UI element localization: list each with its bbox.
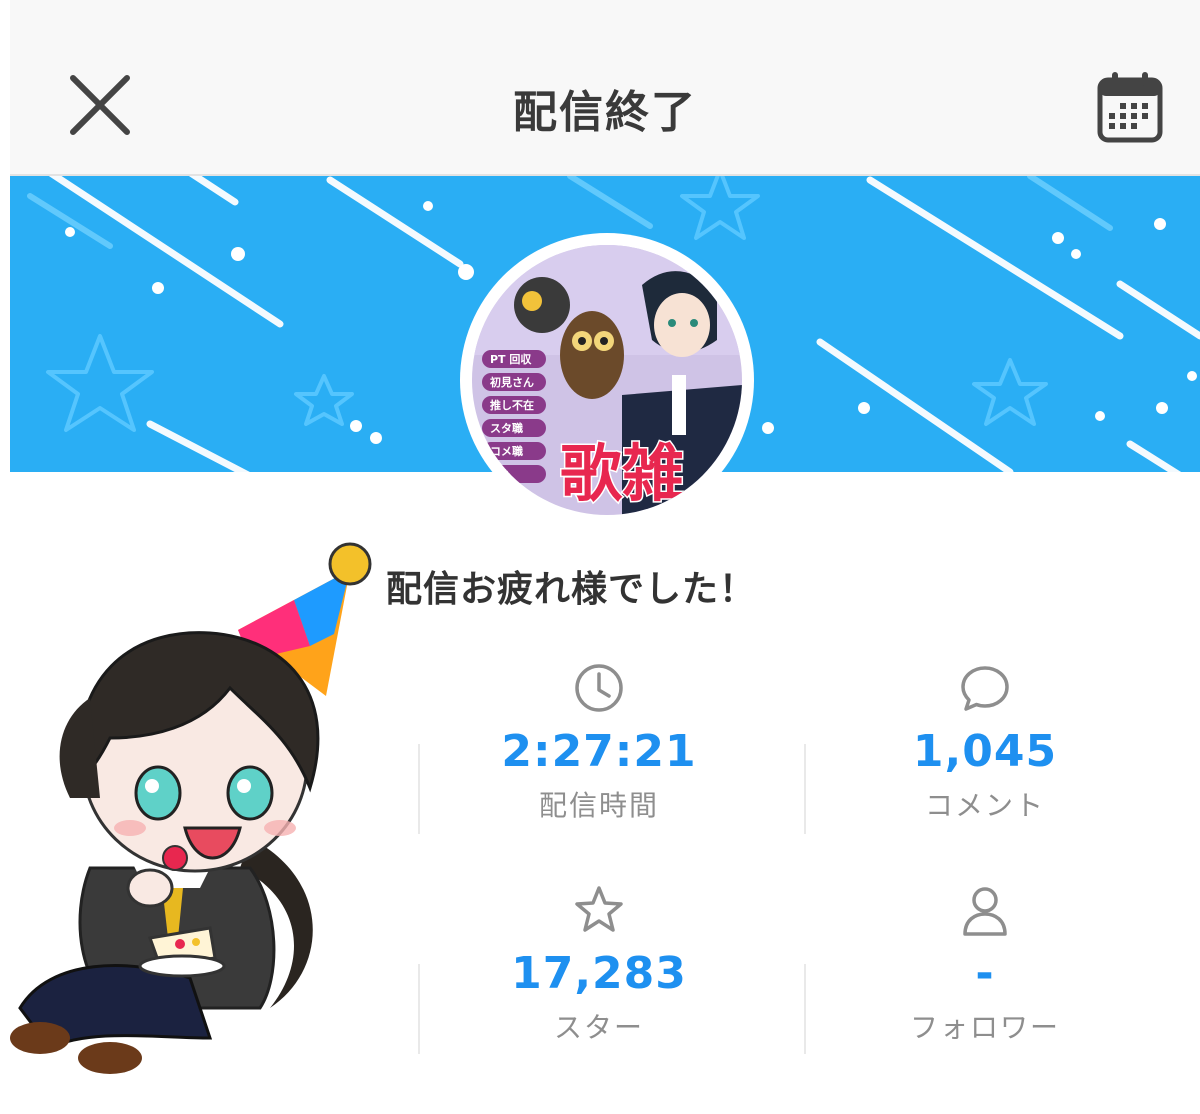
stat-value: - bbox=[975, 948, 995, 999]
stat-comments: 1,045 コメント bbox=[792, 660, 1178, 824]
stat-value: 17,283 bbox=[511, 948, 687, 999]
stat-divider bbox=[418, 744, 420, 834]
avatar-image: PT 回収 初見さん 推し不在 スタ職 コメ職 でも 歌雑 bbox=[472, 245, 742, 515]
stat-duration: 2:27:21 配信時間 bbox=[406, 660, 792, 824]
star-icon bbox=[575, 886, 623, 932]
calendar-button[interactable] bbox=[1096, 70, 1164, 144]
person-icon bbox=[963, 887, 1007, 936]
stat-divider bbox=[804, 744, 806, 834]
stat-divider bbox=[804, 964, 806, 1054]
stat-value: 1,045 bbox=[912, 726, 1058, 777]
stat-divider bbox=[418, 964, 420, 1054]
svg-text:推し不在: 推し不在 bbox=[490, 398, 534, 412]
stat-followers: - フォロワー bbox=[792, 882, 1178, 1046]
header-bar: 配信終了 bbox=[10, 0, 1200, 176]
clock-icon bbox=[575, 664, 623, 712]
svg-text:コメ職: コメ職 bbox=[490, 444, 523, 458]
calendar-icon bbox=[1097, 72, 1163, 143]
party-mascot-illustration bbox=[10, 542, 372, 1074]
stat-label: 配信時間 bbox=[538, 789, 659, 822]
stat-label: スター bbox=[553, 1011, 644, 1044]
streamer-avatar[interactable]: PT 回収 初見さん 推し不在 スタ職 コメ職 でも 歌雑 bbox=[460, 233, 754, 527]
svg-text:PT 回収: PT 回収 bbox=[490, 352, 532, 366]
stat-value: 2:27:21 bbox=[501, 726, 697, 777]
thanks-message: 配信お疲れ様でした！ bbox=[386, 569, 757, 610]
page-title: 配信終了 bbox=[513, 87, 697, 138]
svg-text:でも: でも bbox=[490, 468, 512, 481]
svg-text:初見さん: 初見さん bbox=[490, 375, 534, 389]
svg-text:歌雑: 歌雑 bbox=[560, 437, 684, 510]
svg-text:スタ職: スタ職 bbox=[490, 421, 523, 435]
comment-icon bbox=[961, 666, 1009, 711]
stream-end-screen: 配信終了 PT 回収 初見さん 推し不在 スタ職 コメ職 でも 歌雑 配信お疲れ… bbox=[10, 0, 1200, 1114]
stat-label: フォロワー bbox=[909, 1011, 1060, 1044]
stat-label: コメント bbox=[924, 789, 1045, 822]
stat-stars: 17,283 スター bbox=[406, 882, 792, 1046]
